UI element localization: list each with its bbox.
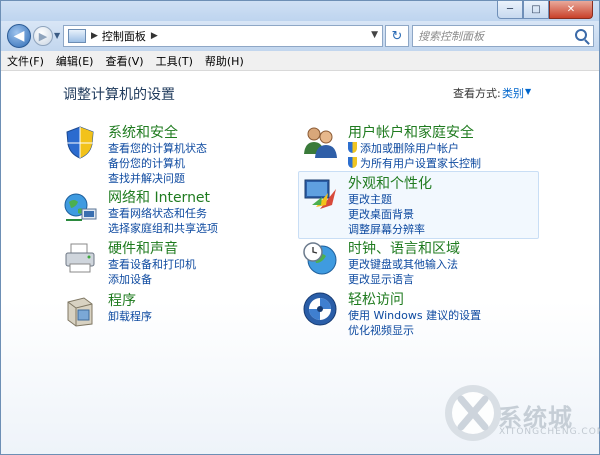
link-homegroup-sharing[interactable]: 选择家庭组和共享选项 <box>108 220 218 236</box>
refresh-icon: ↻ <box>391 28 403 44</box>
window-controls: ─ □ ✕ <box>497 1 593 19</box>
category-title[interactable]: 程序 <box>108 290 136 310</box>
category-title[interactable]: 轻松访问 <box>348 289 404 309</box>
link-devices-printers[interactable]: 查看设备和打印机 <box>108 256 196 272</box>
menu-help[interactable]: 帮助(H) <box>205 53 244 69</box>
recent-pages-chevron-down-icon[interactable]: ▼ <box>54 31 60 40</box>
appearance-icon <box>304 179 336 209</box>
link-label: 为所有用户设置家长控制 <box>360 157 481 170</box>
programs-icon <box>67 297 93 327</box>
link-troubleshoot[interactable]: 查找并解决问题 <box>108 170 185 186</box>
breadcrumb-arrow-icon[interactable]: ▶ <box>91 31 98 41</box>
search-icon[interactable] <box>575 29 587 41</box>
uac-shield-icon <box>348 142 357 153</box>
breadcrumb-control-panel[interactable]: 控制面板 <box>102 28 146 44</box>
minimize-button[interactable]: ─ <box>497 1 523 19</box>
shield-icon <box>66 126 94 159</box>
title-bar: ─ □ ✕ <box>1 1 599 23</box>
breadcrumb-arrow-icon[interactable]: ▶ <box>151 31 158 41</box>
link-network-status[interactable]: 查看网络状态和任务 <box>108 205 207 221</box>
link-recommended-settings[interactable]: 使用 Windows 建议的设置 <box>348 307 481 323</box>
menu-edit[interactable]: 编辑(E) <box>56 53 94 69</box>
view-by-dropdown[interactable]: 类别 <box>502 85 524 101</box>
category-title[interactable]: 时钟、语言和区域 <box>348 238 460 258</box>
control-panel-window: ─ □ ✕ ◀ ▶ ▼ ▶ 控制面板 ▶ ▼ ↻ 文件(F) 编辑(E) 查看(… <box>0 0 600 455</box>
link-adjust-resolution[interactable]: 调整屏幕分辨率 <box>348 221 425 237</box>
link-parental-controls[interactable]: 为所有用户设置家长控制 <box>348 155 481 171</box>
link-change-theme[interactable]: 更改主题 <box>348 191 392 207</box>
address-dropdown-chevron-down-icon[interactable]: ▼ <box>371 30 378 40</box>
category-title[interactable]: 网络和 Internet <box>108 187 210 207</box>
address-bar[interactable]: ▶ 控制面板 ▶ ▼ <box>63 25 383 47</box>
menu-view[interactable]: 查看(V) <box>105 53 143 69</box>
maximize-button[interactable]: □ <box>523 1 549 19</box>
link-uninstall-program[interactable]: 卸载程序 <box>108 308 152 324</box>
view-by-chevron-down-icon[interactable]: ▼ <box>525 87 531 96</box>
link-change-input-method[interactable]: 更改键盘或其他输入法 <box>348 256 458 272</box>
menu-bar: 文件(F) 编辑(E) 查看(V) 工具(T) 帮助(H) <box>1 51 599 71</box>
control-panel-icon <box>68 29 86 43</box>
forward-button[interactable]: ▶ <box>33 26 53 46</box>
link-backup-computer[interactable]: 备份您的计算机 <box>108 155 185 171</box>
menu-file[interactable]: 文件(F) <box>7 53 44 69</box>
printer-icon <box>65 243 95 273</box>
users-icon <box>304 127 337 158</box>
category-title[interactable]: 系统和安全 <box>108 122 178 142</box>
search-box[interactable] <box>412 25 594 47</box>
search-input[interactable] <box>418 29 568 43</box>
watermark-subtext: XITONGCHENG.COM <box>499 427 600 437</box>
close-button[interactable]: ✕ <box>549 1 593 19</box>
category-title[interactable]: 外观和个性化 <box>348 173 432 193</box>
link-label: 添加或删除用户帐户 <box>360 142 459 155</box>
clock-globe-icon <box>303 242 337 275</box>
link-change-background[interactable]: 更改桌面背景 <box>348 206 414 222</box>
ease-of-access-icon <box>303 292 337 326</box>
navigation-bar: ◀ ▶ ▼ ▶ 控制面板 ▶ ▼ ↻ <box>1 21 599 51</box>
back-button[interactable]: ◀ <box>7 24 31 48</box>
page-title: 调整计算机的设置 <box>63 87 175 103</box>
menu-tools[interactable]: 工具(T) <box>156 53 193 69</box>
link-view-computer-status[interactable]: 查看您的计算机状态 <box>108 140 207 156</box>
category-title[interactable]: 硬件和声音 <box>108 238 178 258</box>
link-add-remove-users[interactable]: 添加或删除用户帐户 <box>348 140 459 156</box>
category-title[interactable]: 用户帐户和家庭安全 <box>348 122 474 142</box>
view-by-label: 查看方式: <box>453 87 501 100</box>
link-add-device[interactable]: 添加设备 <box>108 271 152 287</box>
network-globe-icon <box>64 193 97 221</box>
refresh-button[interactable]: ↻ <box>385 25 409 47</box>
link-optimize-display[interactable]: 优化视频显示 <box>348 322 414 338</box>
link-change-display-language[interactable]: 更改显示语言 <box>348 271 414 287</box>
uac-shield-icon <box>348 157 357 168</box>
